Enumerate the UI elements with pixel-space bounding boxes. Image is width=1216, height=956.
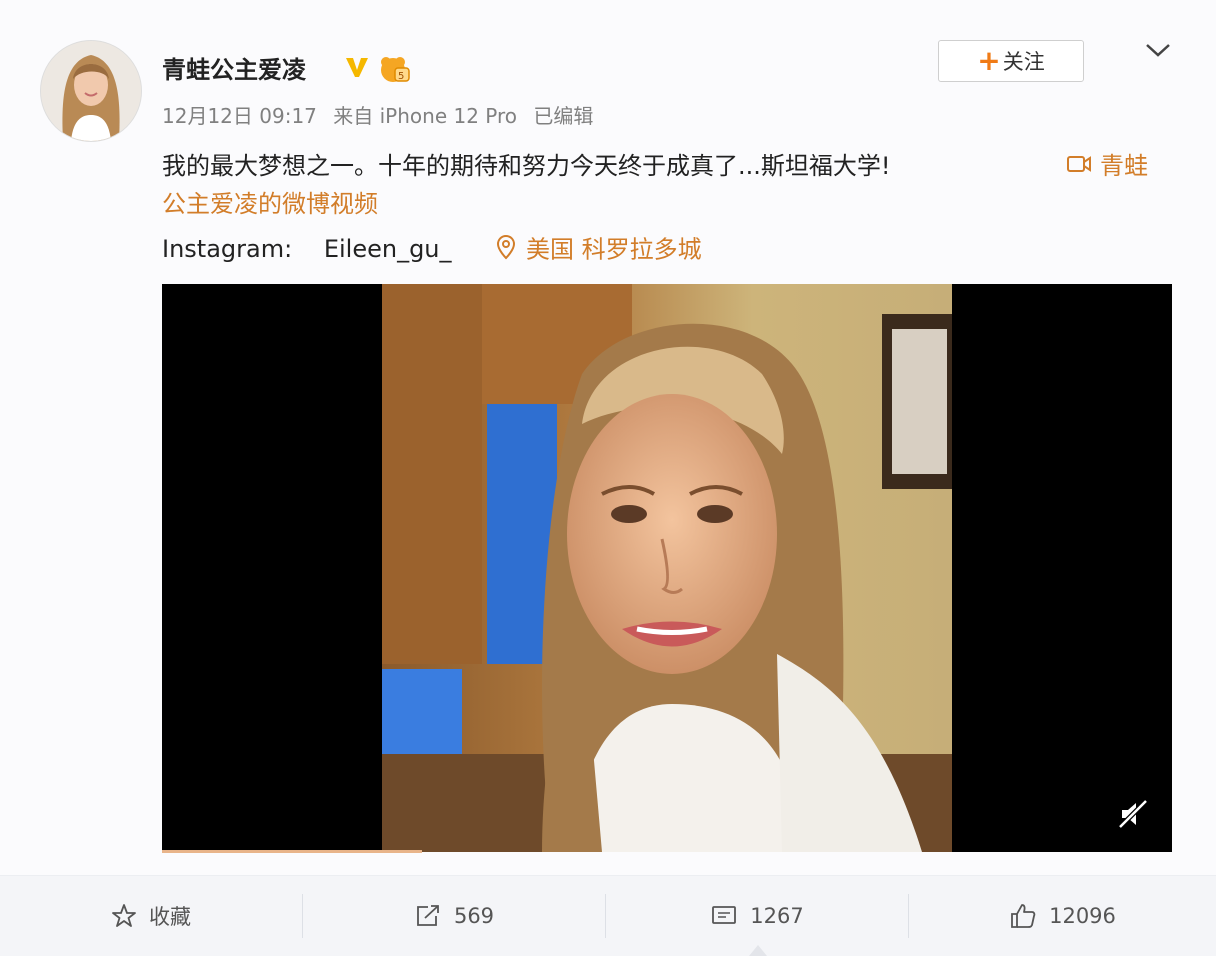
follow-button[interactable]: + 关注 [938,40,1084,82]
video-player[interactable] [162,284,1172,852]
repost-count: 569 [453,904,495,928]
chevron-down-icon[interactable] [1145,40,1171,64]
video-frame [382,284,952,852]
svg-text:5: 5 [398,71,404,82]
comment-pointer-icon [749,945,767,956]
instagram-line: Instagram: Eileen_gu_ [162,234,452,264]
location-text: 美国 科罗拉多城 [526,235,702,264]
like-button[interactable]: 12096 [909,876,1216,956]
location-link[interactable]: 美国 科罗拉多城 [496,234,702,267]
thumbs-up-icon [1009,902,1049,930]
follow-label: 关注 [1002,50,1045,74]
post-text-main: 我的最大梦想之一。十年的期待和努力今天终于成真了...斯坦福大学! [162,152,891,180]
star-icon [111,903,149,929]
post-timestamp[interactable]: 12月12日 09:17 [162,104,317,128]
repost-icon [414,903,454,929]
video-link[interactable]: 青蛙 [1066,143,1148,190]
verified-v-icon [344,55,370,83]
plus-icon: + [977,44,1001,77]
instagram-label: Instagram: [162,235,293,263]
instagram-handle: Eileen_gu_ [323,235,452,263]
favorite-button[interactable]: 收藏 [0,876,302,956]
comment-count: 1267 [750,904,804,928]
username[interactable]: 青蛙公主爱凌 [162,50,306,85]
like-count: 12096 [1049,904,1116,928]
comment-icon [710,903,750,929]
level-badge-icon[interactable]: 5 [377,54,411,88]
muted-speaker-icon[interactable] [1116,797,1150,835]
repost-button[interactable]: 569 [303,876,605,956]
video-link-icon [1066,144,1092,190]
video-progress-bar[interactable] [162,850,422,853]
post-meta: 12月12日 09:17 来自 iPhone 12 Pro 已编辑 [162,100,603,129]
location-pin-icon [496,234,516,267]
weibo-post-card: 青蛙公主爱凌 5 12月12日 09:17 来自 iPhone 12 Pro 已… [0,0,1216,956]
post-text: 我的最大梦想之一。十年的期待和努力今天终于成真了...斯坦福大学! [162,143,1172,189]
edited-label[interactable]: 已编辑 [533,104,593,128]
video-link-text-1[interactable]: 青蛙 [1100,152,1148,180]
video-link-text-2[interactable]: 公主爱凌的微博视频 [162,189,378,219]
favorite-label: 收藏 [149,905,191,929]
avatar[interactable] [40,40,142,142]
post-source: 来自 iPhone 12 Pro [333,104,518,128]
action-bar: 收藏 569 1267 12096 [0,875,1216,956]
